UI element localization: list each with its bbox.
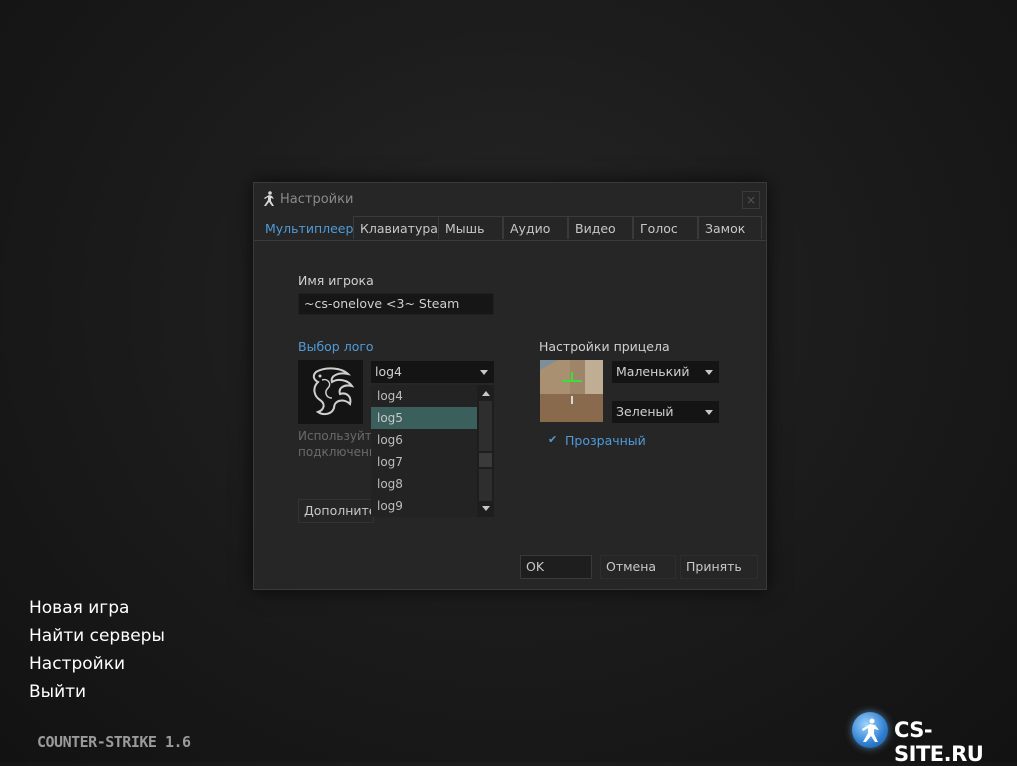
logo-hint-line1: Используйте (298, 429, 380, 443)
logo-label: Выбор лого (298, 339, 374, 354)
logo-option-log8[interactable]: log8 (371, 473, 477, 495)
tab-divider (254, 240, 766, 241)
cancel-button[interactable]: Отмена (600, 555, 676, 579)
scroll-thumb[interactable] (479, 453, 492, 467)
logo-dropdown-list: log4 log5 log6 log7 log8 log9 (371, 385, 494, 517)
logo-select-value: log4 (375, 364, 403, 379)
tab-keyboard[interactable]: Клавиатура (353, 216, 439, 239)
tab-video[interactable]: Видео (568, 216, 633, 239)
chevron-down-icon[interactable] (705, 410, 713, 415)
scroll-up-icon[interactable] (482, 391, 490, 396)
dialog-title: Настройки (280, 192, 354, 207)
counter-strike-icon (264, 191, 274, 206)
crosshair-preview-image (540, 360, 603, 422)
logo-option-log4[interactable]: log4 (371, 385, 477, 407)
cs-site-logo-icon (852, 712, 888, 748)
tab-audio[interactable]: Аудио (503, 216, 568, 239)
dragon-logo-icon (312, 367, 355, 416)
scroll-down-icon[interactable] (482, 506, 490, 511)
player-name-input[interactable]: ~cs-onelove <3~ Steam (298, 293, 494, 315)
settings-dialog: Настройки × Мультиплеер Клавиатура Мышь … (253, 182, 767, 590)
player-name-label: Имя игрока (298, 273, 374, 288)
menu-item-find-servers[interactable]: Найти серверы (29, 626, 165, 646)
watermark-text: CS-SITE.RU (894, 718, 984, 766)
crosshair-preview (540, 360, 603, 422)
logo-hint-line2: подключени (298, 445, 377, 459)
dialog-titlebar[interactable]: Настройки × (254, 183, 766, 215)
menu-item-settings[interactable]: Настройки (29, 654, 125, 674)
advanced-button[interactable]: Дополнител (298, 499, 374, 523)
soldier-icon (862, 718, 879, 742)
crosshair-color-select[interactable]: Зеленый (612, 401, 719, 423)
tab-bar: Мультиплеер Клавиатура Мышь Аудио Видео … (258, 216, 762, 240)
scrollbar[interactable] (477, 385, 494, 517)
crosshair-size-value: Маленький (616, 364, 690, 379)
translucent-label[interactable]: Прозрачный (565, 433, 646, 448)
logo-option-log7[interactable]: log7 (371, 451, 477, 473)
game-logo: COUNTER-STRIKE 1.6 (37, 733, 191, 751)
chevron-down-icon[interactable] (480, 370, 488, 375)
crosshair-size-select[interactable]: Маленький (612, 361, 719, 383)
menu-item-new-game[interactable]: Новая игра (29, 598, 129, 618)
translucent-checkbox[interactable]: ✔ (548, 433, 557, 446)
chevron-down-icon[interactable] (705, 370, 713, 375)
ok-button[interactable]: OK (520, 555, 592, 579)
logo-option-log9[interactable]: log9 (371, 495, 477, 517)
logo-select[interactable]: log4 (371, 361, 494, 383)
logo-preview (298, 360, 363, 424)
tab-mouse[interactable]: Мышь (438, 216, 503, 239)
scroll-track-lower (479, 469, 492, 501)
tab-multiplayer[interactable]: Мультиплеер (258, 216, 353, 239)
tab-lock[interactable]: Замок (698, 216, 762, 239)
close-button[interactable]: × (742, 191, 760, 209)
logo-option-log6[interactable]: log6 (371, 429, 477, 451)
logo-option-log5[interactable]: log5 (371, 407, 477, 429)
tab-voice[interactable]: Голос (633, 216, 698, 239)
scroll-track-upper (479, 401, 492, 451)
crosshair-color-value: Зеленый (616, 404, 674, 419)
menu-item-quit[interactable]: Выйти (29, 682, 86, 702)
crosshair-label: Настройки прицела (539, 339, 670, 354)
apply-button[interactable]: Принять (680, 555, 758, 579)
